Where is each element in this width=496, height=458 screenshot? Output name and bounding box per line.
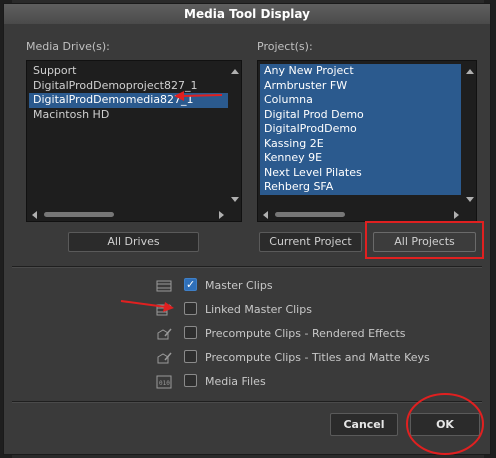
section-divider-top (12, 266, 482, 268)
dialog-title: Media Tool Display (4, 4, 490, 24)
option-label: Master Clips (205, 279, 273, 292)
all-drives-button[interactable]: All Drives (68, 232, 199, 252)
ok-button[interactable]: OK (410, 413, 480, 436)
media-drive-list-item[interactable]: DigitalProdDemoproject827_1 (29, 79, 228, 94)
scroll-left-arrow-icon[interactable] (263, 211, 268, 219)
project-list-item[interactable]: Armbruster FW (260, 78, 461, 93)
current-project-button[interactable]: Current Project (259, 232, 362, 252)
scroll-up-arrow-icon[interactable] (466, 69, 474, 74)
projects-list[interactable]: Any New Project Armbruster FW Columna Digit… (257, 60, 477, 222)
scroll-down-arrow-icon[interactable] (231, 197, 239, 202)
project-list-item[interactable]: DigitalProdDemo (260, 122, 461, 137)
option-label: Media Files (205, 375, 266, 388)
option-row[interactable]: Linked Master Clips (4, 300, 490, 320)
media-tool-display-dialog: Media Tool Display Media Drive(s): Suppo… (3, 3, 491, 455)
scroll-right-arrow-icon[interactable] (219, 211, 224, 219)
precompute-titles-icon (156, 351, 172, 365)
media-drive-list-item[interactable]: Support (29, 64, 228, 79)
option-row[interactable]: 010 Media Files (4, 372, 490, 392)
option-row[interactable]: Precompute Clips - Rendered Effects (4, 324, 490, 344)
all-projects-button[interactable]: All Projects (373, 232, 476, 252)
project-list-item[interactable]: Any New Project (260, 64, 461, 79)
option-checkbox[interactable] (184, 302, 197, 315)
option-row[interactable]: ✓ Master Clips (4, 276, 490, 296)
section-divider-bottom (12, 401, 482, 403)
svg-text:010: 010 (159, 380, 170, 387)
media-drives-vertical-scrollbar[interactable] (228, 61, 241, 208)
scroll-right-arrow-icon[interactable] (454, 211, 459, 219)
cancel-button[interactable]: Cancel (330, 413, 398, 436)
project-list-item[interactable]: Kassing 2E (260, 136, 461, 151)
media-drive-list-item[interactable]: DigitalProdDemomedia827_1 (29, 93, 228, 108)
scroll-up-arrow-icon[interactable] (231, 69, 239, 74)
option-label: Precompute Clips - Titles and Matte Keys (205, 351, 430, 364)
project-list-item[interactable]: Rehberg SFA (260, 180, 461, 195)
project-list-item[interactable]: Columna (260, 93, 461, 108)
option-checkbox[interactable] (184, 350, 197, 363)
scroll-down-arrow-icon[interactable] (466, 197, 474, 202)
media-file-icon: 010 (156, 375, 172, 389)
projects-vertical-scrollbar[interactable] (463, 61, 476, 208)
option-row[interactable]: Precompute Clips - Titles and Matte Keys (4, 348, 490, 368)
projects-label: Project(s): (257, 40, 313, 53)
linked-clip-icon (156, 303, 172, 317)
media-drives-horizontal-scrollbar[interactable] (27, 208, 228, 221)
precompute-effects-icon (156, 327, 172, 341)
scroll-left-arrow-icon[interactable] (32, 211, 37, 219)
option-checkbox[interactable] (184, 326, 197, 339)
projects-horizontal-scrollbar[interactable] (258, 208, 463, 221)
master-clip-icon (156, 279, 172, 293)
option-checkbox[interactable] (184, 374, 197, 387)
project-list-item[interactable]: Digital Prod Demo (260, 107, 461, 122)
media-drives-label: Media Drive(s): (26, 40, 110, 53)
media-drive-list-item[interactable]: Macintosh HD (29, 108, 228, 123)
media-drives-list[interactable]: Support DigitalProdDemoproject827_1 Digita… (26, 60, 242, 222)
media-drives-scroll-thumb[interactable] (44, 212, 114, 217)
option-label: Precompute Clips - Rendered Effects (205, 327, 406, 340)
option-label: Linked Master Clips (205, 303, 312, 316)
option-checkbox[interactable]: ✓ (184, 278, 197, 291)
checkmark-icon: ✓ (186, 278, 196, 291)
projects-scroll-thumb[interactable] (275, 212, 345, 217)
project-list-item[interactable]: Next Level Pilates (260, 165, 461, 180)
project-list-item[interactable]: Kenney 9E (260, 151, 461, 166)
